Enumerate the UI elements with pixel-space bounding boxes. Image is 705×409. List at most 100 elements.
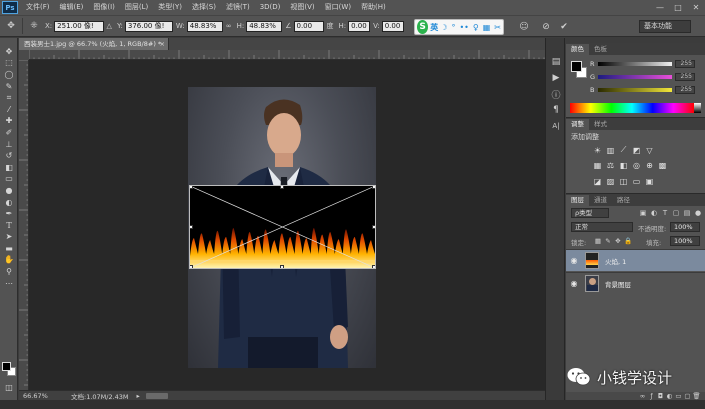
layer-name-background[interactable]: 背景图层 [605,279,631,289]
channel-mixer-icon[interactable]: ⊕ [644,160,655,170]
transform-handle-bottom-left[interactable] [190,265,193,268]
fill-field[interactable]: 100% [670,236,700,246]
filter-shape-icon[interactable]: ▢ [671,208,681,218]
punctuation-icon[interactable]: ° [451,23,455,32]
character-panel-icon[interactable]: A| [546,118,566,134]
eraser-tool-icon[interactable]: ◧ [0,162,18,174]
slider-r-value[interactable]: 255 [675,60,695,68]
foreground-color-swatch[interactable] [2,362,11,371]
tools-icon[interactable]: ✂ [494,23,501,32]
menu-filter[interactable]: 滤镜(T) [221,0,255,15]
layer-style-icon[interactable]: ƒ [647,392,656,400]
layer-filter-select[interactable]: ρ类型 [571,208,609,218]
filter-smart-icon[interactable]: ▤ [682,208,692,218]
close-document-icon[interactable]: × [160,38,165,50]
transform-handle-bottom-center[interactable] [280,265,284,268]
hand-tool-icon[interactable]: ✋ [0,255,18,267]
zoom-level[interactable]: 66.67% [19,392,63,400]
slider-g[interactable]: G 255 [590,73,695,81]
path-select-icon[interactable]: ➤ [0,232,18,244]
brush-tool-icon[interactable]: ✐ [0,127,18,139]
exposure-icon[interactable]: ◩ [631,145,642,155]
maximize-button[interactable]: □ [669,0,687,15]
quick-mask-icon[interactable]: ◫ [0,382,18,394]
filter-toggle-icon[interactable]: ● [693,208,703,218]
paragraph-panel-icon[interactable]: ¶ [546,102,566,118]
new-adjustment-icon[interactable]: ◐ [665,392,674,400]
horizontal-ruler[interactable] [29,50,545,60]
transform-handle-middle-left[interactable] [190,225,193,229]
menu-select[interactable]: 选择(S) [187,0,221,15]
move-tool-icon[interactable]: ✥ [0,46,18,58]
menu-view[interactable]: 视图(V) [285,0,319,15]
threshold-icon[interactable]: ◫ [618,176,629,186]
menu-edit[interactable]: 编辑(E) [55,0,89,15]
new-group-icon[interactable]: ▭ [674,392,683,400]
lock-transparent-icon[interactable]: ▦ [594,237,602,245]
keyboard-icon[interactable]: ▦ [483,23,491,32]
relative-position-icon[interactable]: △ [104,18,114,34]
lock-position-icon[interactable]: ✥ [614,237,622,245]
reference-point-icon[interactable]: ⁜ [26,18,42,34]
workspace-select[interactable]: 基本功能 [639,20,691,33]
v-skew-field[interactable]: 0.00 [381,20,404,32]
blend-mode-select[interactable]: 正常 [571,222,633,232]
selective-color-icon[interactable]: ▣ [644,176,655,186]
link-icon[interactable]: ∞ [226,22,232,30]
link-layers-icon[interactable]: ∞ [638,392,647,400]
tab-layers[interactable]: 图层 [566,195,589,206]
lock-all-icon[interactable]: 🔒 [624,237,632,245]
opacity-field[interactable]: 100% [670,222,700,232]
gradient-tool-icon[interactable]: ▭ [0,174,18,186]
invert-icon[interactable]: ◪ [592,176,603,186]
menu-window[interactable]: 窗口(W) [320,0,356,15]
tab-channels[interactable]: 通道 [589,195,612,206]
transform-handle-top-left[interactable] [190,186,193,189]
visibility-eye-icon[interactable]: ◉ [566,256,582,265]
h-field[interactable]: 48.83% [246,20,283,32]
transform-handle-middle-right[interactable] [372,225,375,229]
marquee-tool-icon[interactable]: ⬚ [0,58,18,70]
move-tool-icon[interactable]: ✥ [3,18,19,34]
crop-tool-icon[interactable]: ⌗ [0,92,18,104]
tab-paths[interactable]: 路径 [612,195,635,206]
voice-icon[interactable]: ♀ [473,23,479,32]
add-mask-icon[interactable]: ◘ [656,392,665,400]
warp-mode-icon[interactable]: ☺ [516,19,532,35]
filter-pixel-icon[interactable]: ▣ [638,208,648,218]
tab-color[interactable]: 颜色 [566,44,589,55]
w-field[interactable]: 48.83% [186,20,223,32]
canvas-area[interactable] [29,60,545,390]
fire-layer-transform[interactable] [189,185,376,269]
commit-transform-icon[interactable]: ✔ [556,19,572,35]
gradient-map-icon[interactable]: ▭ [631,176,642,186]
filter-adjustment-icon[interactable]: ◐ [649,208,659,218]
menu-help[interactable]: 帮助(H) [356,0,391,15]
moon-icon[interactable]: ☽ [440,23,447,32]
pen-tool-icon[interactable]: ✒ [0,208,18,220]
angle-field[interactable]: 0.00 [293,20,324,32]
info-panel-icon[interactable]: ⓘ [546,86,566,102]
quick-select-icon[interactable]: ✎ [0,81,18,93]
actions-panel-icon[interactable]: ▶ [546,70,566,86]
slider-b[interactable]: B 255 [590,86,695,94]
grayscale-ramp[interactable] [694,103,701,113]
status-menu-arrow-icon[interactable]: ▸ [137,392,140,400]
filter-type-icon[interactable]: T [660,208,670,218]
slider-r[interactable]: R 255 [590,60,695,68]
y-field[interactable]: 376.00 像! [124,20,173,32]
minimize-button[interactable]: — [651,0,669,15]
slider-b-value[interactable]: 255 [675,86,695,94]
posterize-icon[interactable]: ▨ [605,176,616,186]
vertical-ruler[interactable] [19,60,29,390]
transform-handle-bottom-right[interactable] [372,265,375,268]
layer-row-fire[interactable]: ◉ 火焰, 1 [566,249,705,271]
hue-saturation-icon[interactable]: ▦ [592,160,603,170]
menu-image[interactable]: 图像(I) [88,0,120,15]
sogou-logo-icon[interactable]: S [417,20,429,34]
cancel-transform-icon[interactable]: ⊘ [538,19,554,35]
vibrance-icon[interactable]: ▽ [644,145,655,155]
photo-filter-icon[interactable]: ◎ [631,160,642,170]
menu-3d[interactable]: 3D(D) [255,0,286,15]
brightness-icon[interactable]: ☀ [592,145,603,155]
